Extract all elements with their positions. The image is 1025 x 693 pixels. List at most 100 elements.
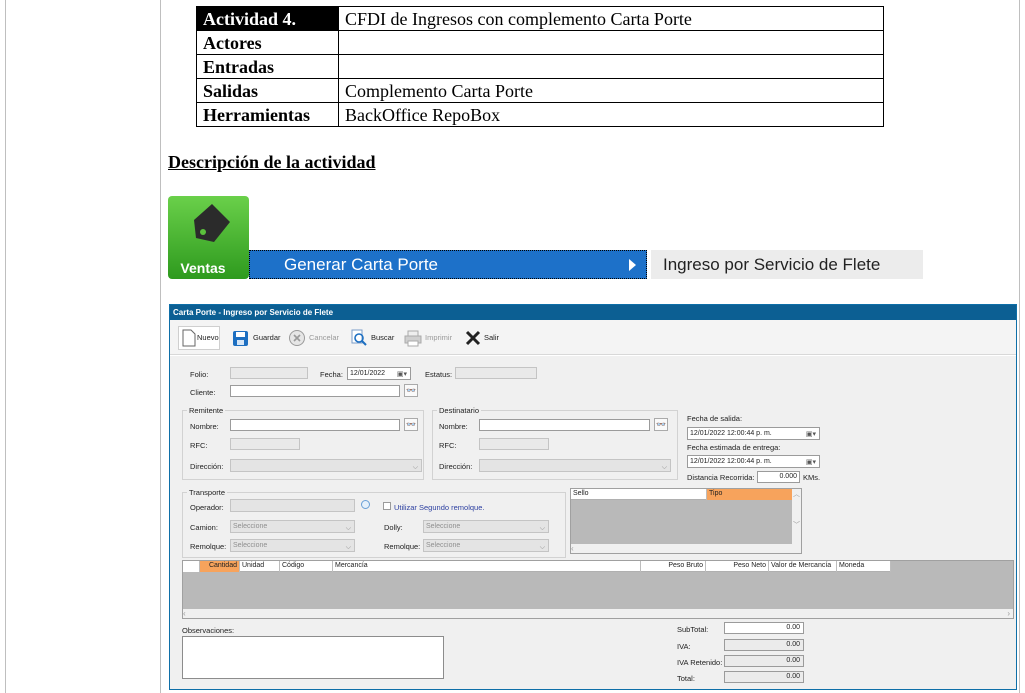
estatus-field[interactable] [455,367,537,379]
distancia-field[interactable]: 0.000 [757,471,800,483]
camion-label: Camion: [190,523,218,532]
estatus-label: Estatus: [425,370,453,379]
fecha-salida-value: 12/01/2022 12:00:44 p. m. [690,430,772,437]
activity-key: Entradas [196,54,339,79]
operador-info-icon[interactable] [361,500,370,509]
destinatario-search-binoculars-icon[interactable]: 👓 [654,418,668,431]
fecha-entrega-value: 12/01/2022 12:00:44 p. m. [690,458,772,465]
ventas-module-button[interactable]: Ventas [168,196,249,279]
dolly-label: Dolly: [384,523,403,532]
destinatario-direccion-select[interactable]: ⌵ [479,459,671,472]
activity-row: Entradas [196,54,884,79]
menu-item-generar-carta-porte[interactable]: Generar Carta Porte [249,250,647,279]
imprimir-button[interactable]: Imprimir [404,327,456,349]
subtotal-field[interactable]: 0.00 [724,622,804,634]
grid-column-header[interactable]: Sello [571,489,707,500]
remitente-title: Remitente [187,406,226,415]
fecha-salida-picker[interactable]: 12/01/2022 12:00:44 p. m. ▣▾ [687,427,820,440]
remolque2-select[interactable]: Seleccione ⌵ [423,539,549,552]
guardar-button[interactable]: Guardar [232,327,282,349]
grid-column-header[interactable]: Código [280,561,333,572]
vertical-scrollbar[interactable]: ︿ ﹀ [792,489,801,545]
new-document-icon [182,329,196,347]
camion-select[interactable]: Seleccione ⌵ [230,520,355,533]
chevron-down-icon: ⌵ [539,525,545,532]
grid-column-header[interactable]: Tipo [707,489,793,500]
destinatario-nombre-label: Nombre: [439,422,468,431]
fecha-value: 12/01/2022 [350,370,386,377]
remolque2-label: Remolque: [384,542,421,551]
remitente-search-binoculars-icon[interactable]: 👓 [404,418,418,431]
remitente-rfc-field[interactable] [230,438,300,450]
nuevo-button[interactable]: Nuevo [178,326,220,350]
search-icon [351,329,367,346]
activity-value: BackOffice RepoBox [338,102,884,127]
activity-key: Actividad 4. [196,6,339,31]
cliente-search-binoculars-icon[interactable]: 👓 [404,384,418,397]
chevron-down-icon: ⌵ [345,544,351,551]
cancel-icon [289,330,305,346]
activity-value [338,54,884,79]
grid-column-header[interactable]: Moneda [837,561,891,572]
folio-field[interactable] [230,367,308,379]
total-field[interactable]: 0.00 [724,671,804,683]
activity-row: Salidas Complemento Carta Porte [196,78,884,103]
description-heading: Descripción de la actividad [168,152,376,172]
folio-label: Folio: [190,370,209,379]
destinatario-nombre-field[interactable] [479,419,650,431]
dolly-select[interactable]: Seleccione ⌵ [423,520,549,533]
cliente-field[interactable] [230,385,400,397]
remolque1-select[interactable]: Seleccione ⌵ [230,539,355,552]
destinatario-rfc-field[interactable] [479,438,549,450]
grid-column-header[interactable]: Mercancía [333,561,641,572]
buscar-button[interactable]: Buscar [350,327,396,349]
segundo-remolque-label: Utilizar Segundo remolque. [394,503,485,512]
remitente-direccion-label: Dirección: [190,462,224,471]
submenu-item-ingreso-flete[interactable]: Ingreso por Servicio de Flete [651,250,923,279]
total-label: Total: [677,674,695,683]
iva-retenido-field[interactable]: 0.00 [724,655,804,667]
activity-row: Herramientas BackOffice RepoBox [196,102,884,127]
save-icon [233,331,248,346]
submenu-item-label: Ingreso por Servicio de Flete [663,255,881,274]
mercancias-grid-header: Cantidad Unidad Código Mercancía Peso Br… [183,561,891,572]
segundo-remolque-checkbox[interactable] [383,502,391,510]
activity-key: Salidas [196,78,339,103]
remitente-direccion-select[interactable]: ⌵ [230,459,422,472]
sello-grid[interactable]: Sello Tipo ︿ ﹀ ‹ [570,488,802,554]
remitente-nombre-field[interactable] [230,419,400,431]
cliente-label: Cliente: [190,388,216,397]
fecha-picker[interactable]: 12/01/2022 ▣▾ [347,367,411,380]
submenu-arrow-icon [629,259,636,271]
chevron-down-icon: ⌵ [412,464,418,471]
remitente-nombre-label: Nombre: [190,422,219,431]
document-column-divider [160,0,161,693]
observaciones-textarea[interactable] [182,636,444,679]
horizontal-scrollbar[interactable]: ‹ [571,544,801,553]
operador-field[interactable] [230,499,355,512]
mercancias-grid[interactable]: Cantidad Unidad Código Mercancía Peso Br… [182,560,1014,619]
grid-column-header[interactable]: Unidad [240,561,280,572]
calendar-dropdown-icon: ▣▾ [805,431,816,438]
fecha-entrega-picker[interactable]: 12/01/2022 12:00:44 p. m. ▣▾ [687,455,820,468]
salir-button[interactable]: Salir [464,327,500,349]
window-title: Carta Porte - Ingreso por Servicio de Fl… [170,305,1016,320]
grid-column-header[interactable]: Peso Neto [706,561,769,572]
calendar-dropdown-icon: ▣▾ [396,371,407,378]
chevron-down-icon: ⌵ [345,525,351,532]
destinatario-rfc-label: RFC: [439,441,457,450]
grid-column-header[interactable]: Peso Bruto [641,561,706,572]
subtotal-label: SubTotal: [677,625,709,634]
cancelar-button[interactable]: Cancelar [288,327,342,349]
horizontal-scrollbar[interactable]: ‹ › [183,609,1013,618]
grid-column-header[interactable]: Cantidad [200,561,240,572]
calendar-dropdown-icon: ▣▾ [805,459,816,466]
iva-field[interactable]: 0.00 [724,639,804,651]
remolque1-label: Remolque: [190,542,227,551]
chevron-down-icon: ⌵ [539,544,545,551]
printer-icon [404,330,422,347]
transporte-title: Transporte [187,488,227,497]
sello-grid-header: Sello Tipo [571,489,793,500]
grid-column-header[interactable]: Valor de Mercancía [769,561,837,572]
close-icon [465,330,481,346]
